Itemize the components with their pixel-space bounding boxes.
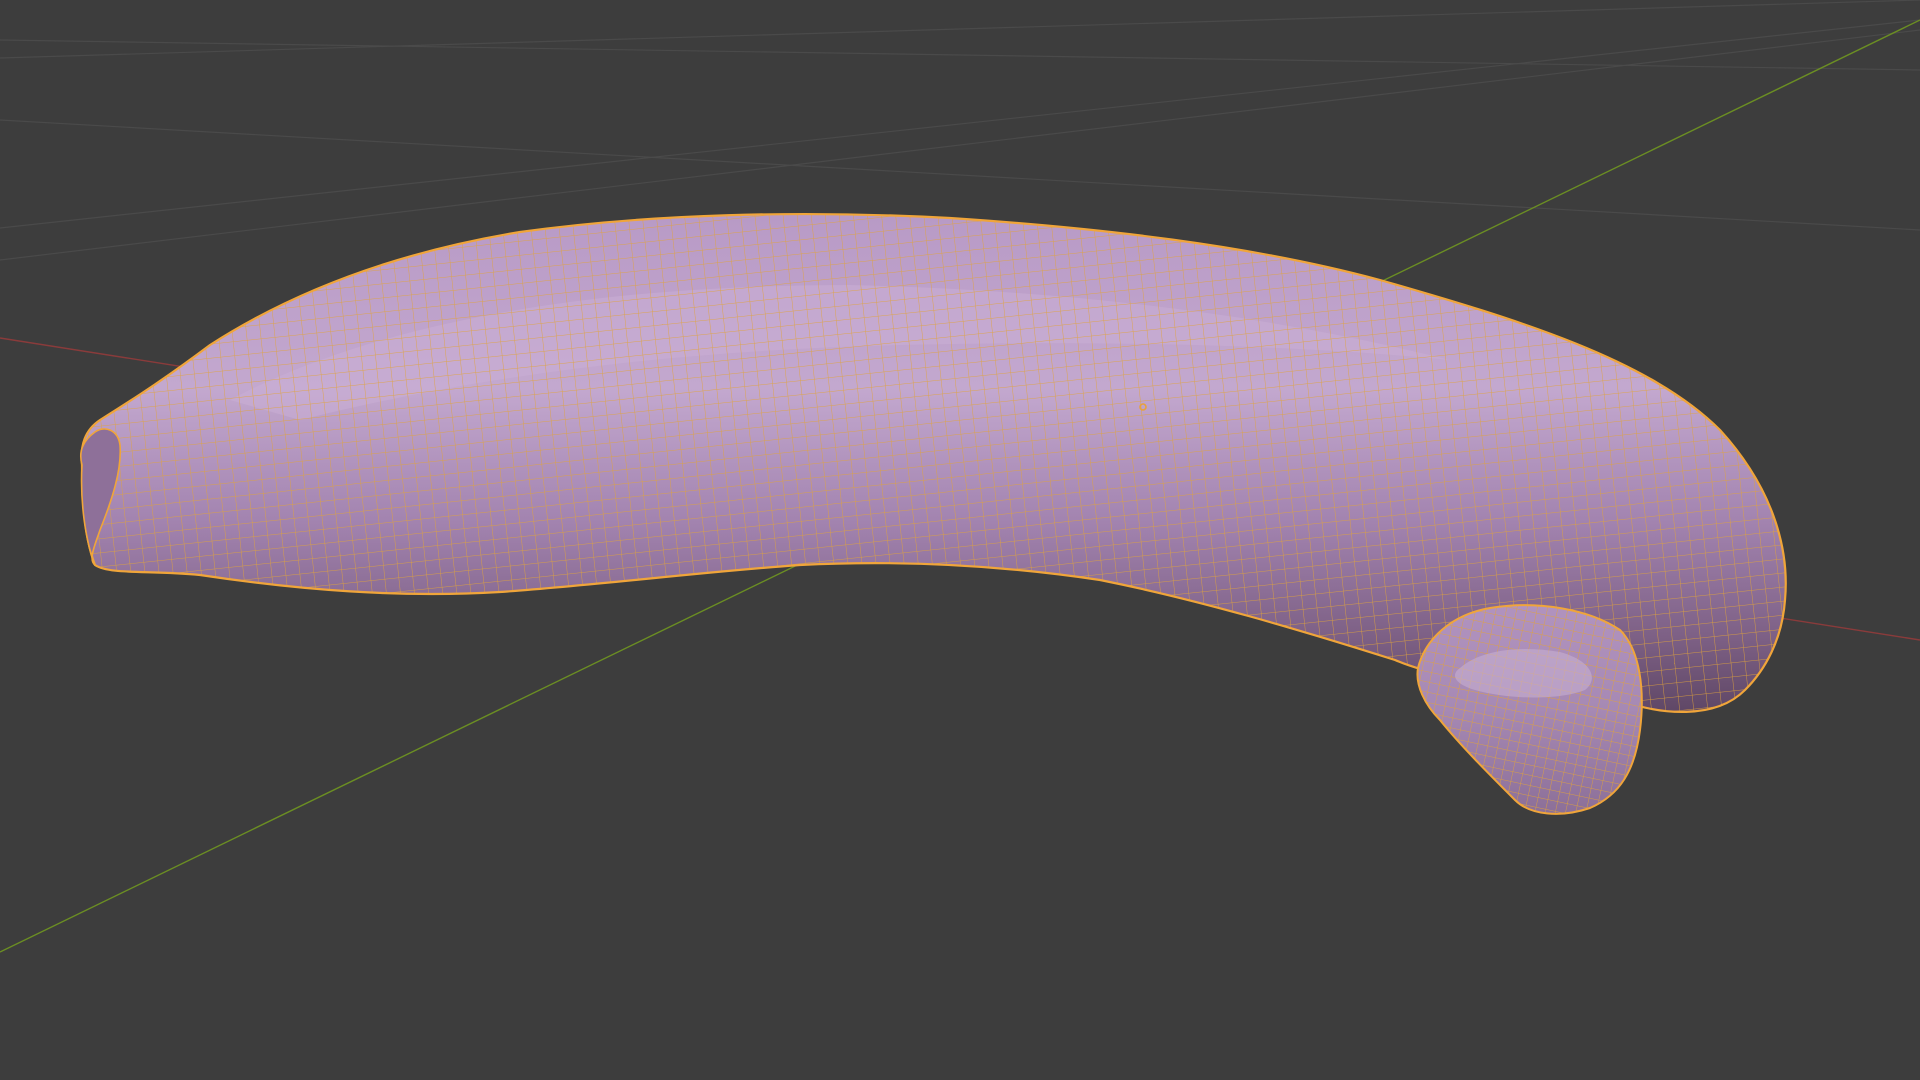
banana-mesh[interactable] bbox=[60, 190, 1820, 830]
3d-viewport[interactable] bbox=[0, 0, 1920, 1080]
viewport-canvas[interactable] bbox=[0, 0, 1920, 1080]
